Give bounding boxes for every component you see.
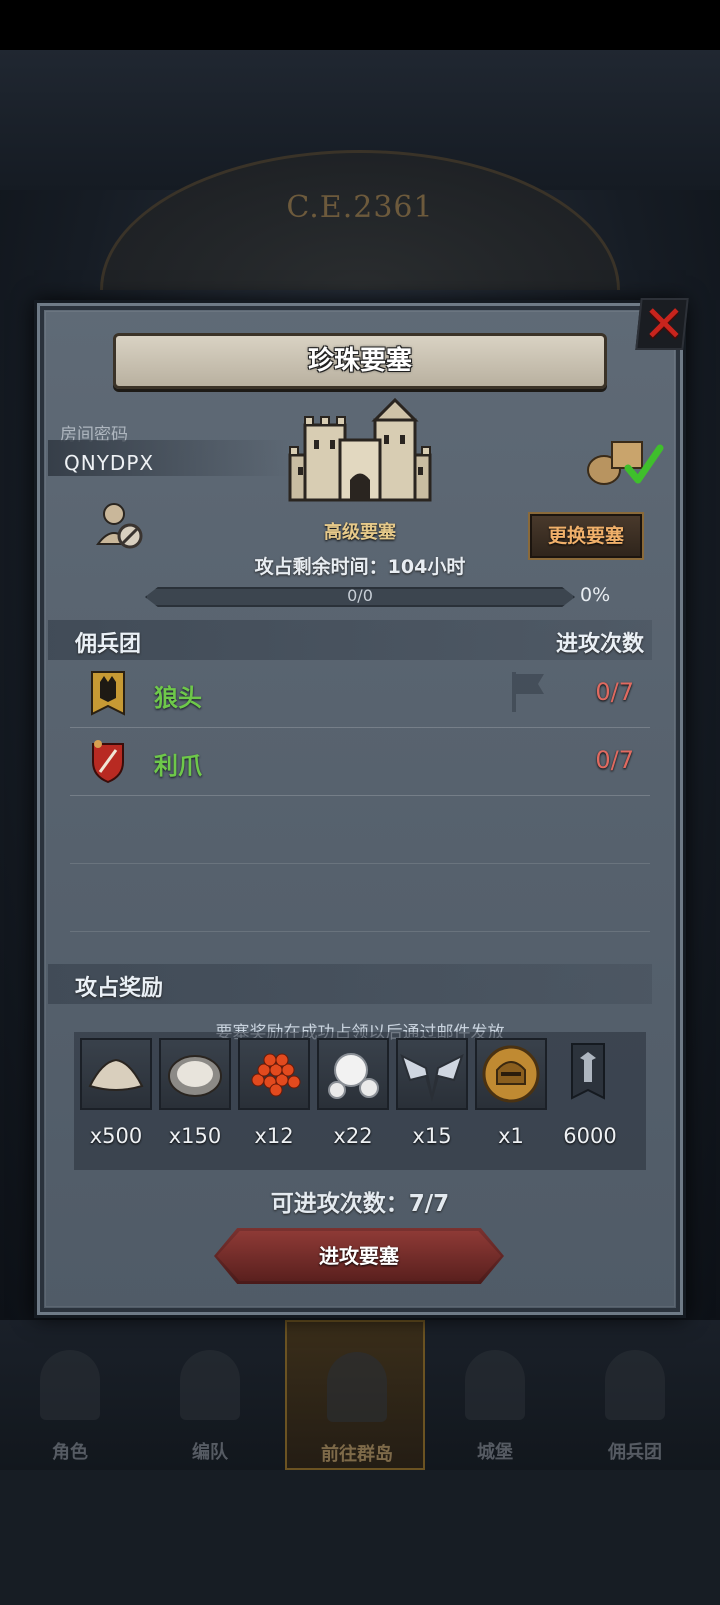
time-remaining: 攻占剩余时间：104小时 — [254, 556, 466, 578]
pearl-icon — [328, 1053, 379, 1099]
reward-item[interactable]: x12 — [238, 1038, 310, 1148]
reward-tile — [396, 1038, 468, 1110]
fortress-icon — [288, 397, 432, 502]
castle-icon — [465, 1350, 525, 1420]
rewards-header: 攻占奖励 — [48, 964, 652, 1004]
room-code[interactable]: QNYDPX — [64, 451, 154, 475]
nav-item-label: 角色 — [52, 1442, 88, 1463]
attack-count: 0/7 — [595, 746, 634, 774]
guild-banner-icon — [571, 1043, 605, 1100]
reward-tile — [80, 1038, 152, 1110]
flag-icon — [512, 672, 544, 712]
attacks-available: 可进攻次数：7/7 — [270, 1191, 450, 1217]
caviar-icon — [251, 1053, 301, 1097]
attack-count-header: 进攻次数 — [555, 632, 644, 657]
nav-item-mercenaries[interactable]: 佣兵团 — [565, 1320, 705, 1470]
no-player-icon — [96, 503, 143, 549]
reward-tile — [238, 1038, 310, 1110]
mercenary-header: 佣兵团 进攻次数 — [48, 620, 652, 660]
ship-icon — [605, 1350, 665, 1420]
reward-tile — [475, 1038, 547, 1110]
nav-item-castle[interactable]: 城堡 — [425, 1320, 565, 1470]
progress-percent: 0% — [580, 584, 611, 606]
close-button[interactable]: ✕ — [635, 295, 689, 353]
title-banner: 珍珠要塞 — [113, 333, 607, 389]
attack-fortress-label: 进攻要塞 — [319, 1244, 399, 1268]
attack-count: 0/7 — [595, 678, 634, 706]
attack-fortress-button[interactable]: 进攻要塞 — [214, 1228, 504, 1284]
reward-item[interactable]: x1 — [475, 1038, 547, 1148]
helmet-coin-icon — [482, 1045, 540, 1103]
mercenary-name: 利爪 — [154, 752, 202, 780]
claw-shield-icon — [92, 740, 124, 784]
progress-label: 0/0 — [347, 586, 373, 605]
wolf-banner-icon — [91, 671, 125, 716]
reward-qty: 6000 — [563, 1124, 617, 1148]
mercenary-name: 狼头 — [154, 684, 202, 712]
nav-item-label: 城堡 — [477, 1442, 513, 1463]
reward-tile — [159, 1038, 231, 1110]
reward-item[interactable]: 6000 — [554, 1038, 626, 1148]
mercenary-row[interactable]: 狼头 0/7 — [70, 660, 650, 728]
oyster-icon — [168, 1055, 222, 1097]
nav-item-label: 佣兵团 — [608, 1442, 662, 1463]
mercenary-header-label: 佣兵团 — [75, 632, 142, 657]
reward-tile — [317, 1038, 389, 1110]
nav-item-islands[interactable]: 前往群岛 — [285, 1320, 425, 1470]
nav-item-label: 前往群岛 — [321, 1444, 393, 1465]
reward-item[interactable]: x22 — [317, 1038, 389, 1148]
empty-row — [70, 864, 650, 932]
supply-check-icon[interactable] — [584, 434, 664, 486]
character-icon — [40, 1350, 100, 1420]
formation-icon — [180, 1350, 240, 1420]
era-dial-text: C.E.2361 — [286, 190, 434, 225]
reward-item[interactable]: x15 — [396, 1038, 468, 1148]
sand-icon — [88, 1058, 144, 1091]
bottom-bar — [0, 1470, 720, 1605]
compass-icon — [327, 1352, 387, 1422]
rewards-header-label: 攻占奖励 — [75, 976, 164, 1001]
nav-item-label: 编队 — [192, 1442, 228, 1463]
bottom-nav: 角色 编队 前往群岛 城堡 佣兵团 — [0, 1320, 720, 1470]
nav-item-character[interactable]: 角色 — [0, 1320, 140, 1470]
nav-item-formation[interactable]: 编队 — [140, 1320, 280, 1470]
reward-item[interactable]: x150 — [159, 1038, 231, 1148]
game-screen: C.E.2361 角色 编队 前往群岛 城堡 佣兵团 ✕ 珍珠要塞 房间密码 Q… — [0, 0, 720, 1605]
reward-tile — [554, 1038, 626, 1110]
dialog-title: 珍珠要塞 — [307, 346, 412, 376]
close-x-icon: ✕ — [643, 295, 685, 353]
mercenary-row[interactable]: 利爪 0/7 — [70, 728, 650, 796]
reward-item[interactable]: x500 — [80, 1038, 152, 1148]
empty-row — [70, 796, 650, 864]
wings-emblem-icon — [400, 1054, 464, 1102]
